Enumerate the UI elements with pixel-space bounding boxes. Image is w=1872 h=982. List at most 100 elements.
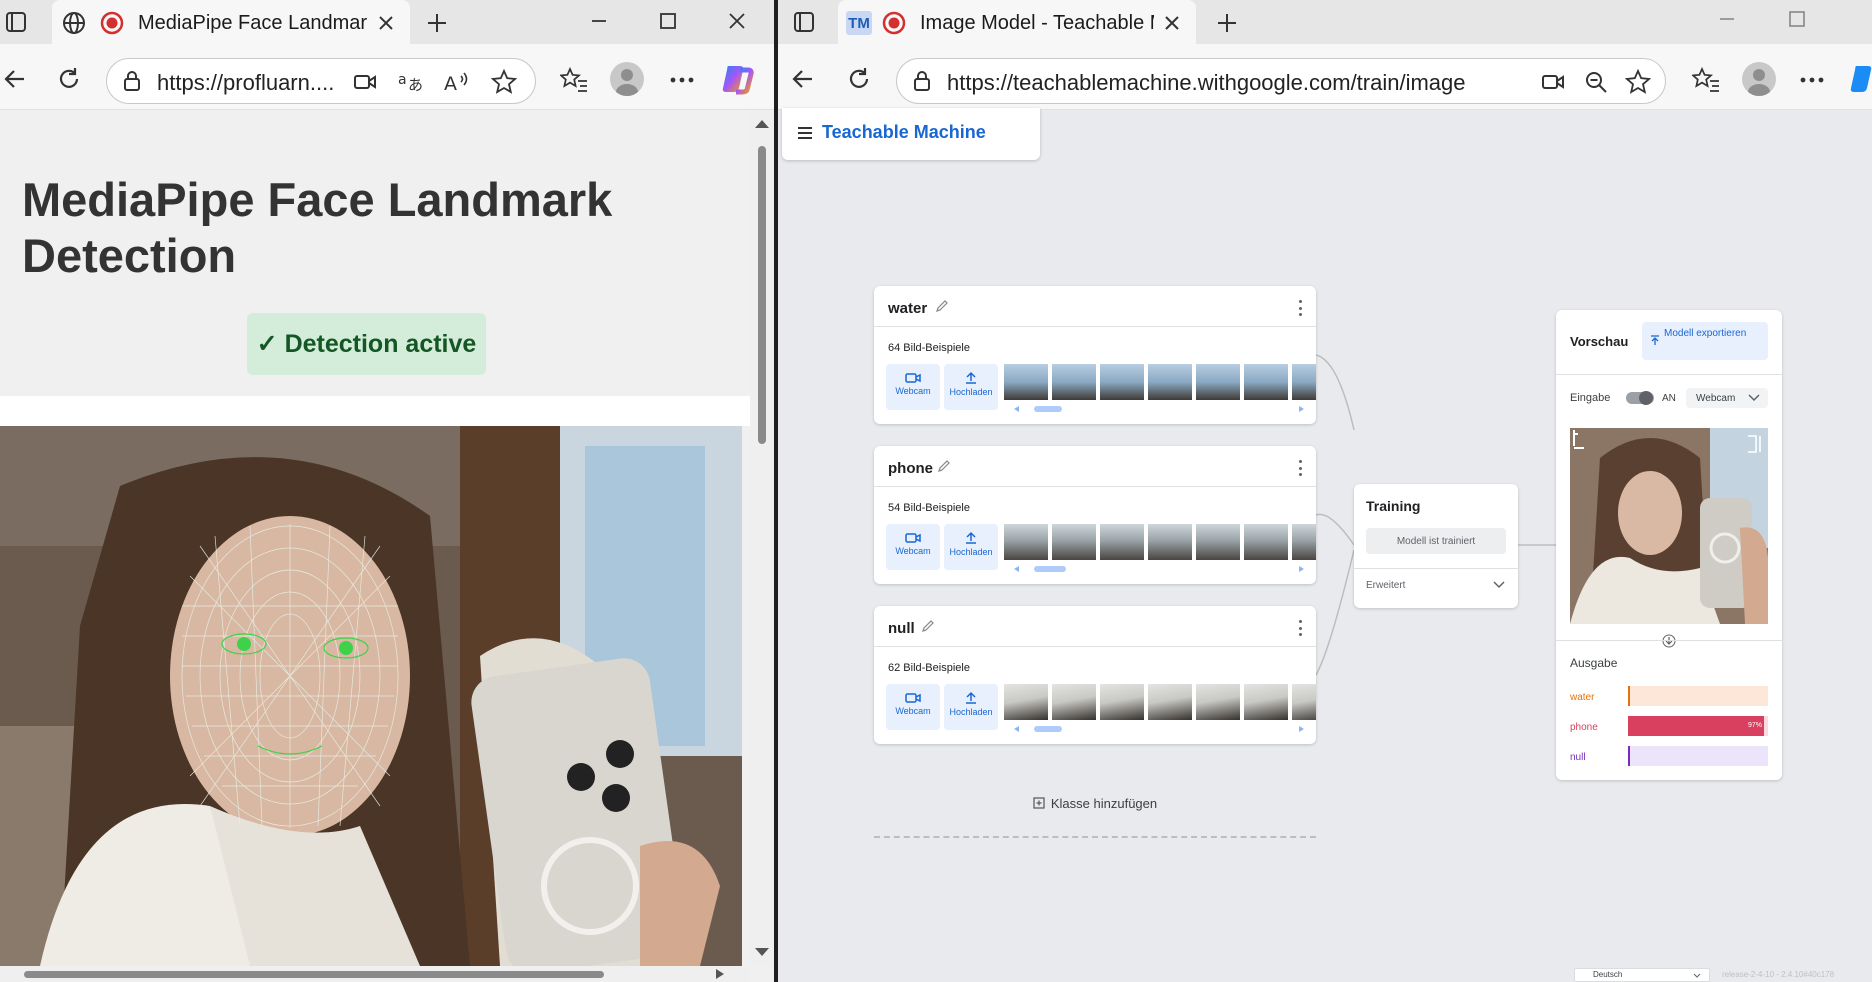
back-icon[interactable] <box>2 66 28 92</box>
webcam-button[interactable]: Webcam <box>886 364 940 410</box>
edit-pencil-icon[interactable] <box>934 298 950 314</box>
video-icon[interactable] <box>353 70 377 94</box>
mediapipe-page: MediaPipe Face Landmark Detection ✓ Dete… <box>0 110 774 982</box>
tab-actions-icon[interactable] <box>4 10 28 34</box>
class-menu-icon[interactable] <box>1298 460 1302 476</box>
detection-status-badge: ✓ Detection active <box>247 313 486 375</box>
class-name[interactable]: phone <box>888 460 933 477</box>
favorite-star-icon[interactable] <box>491 69 517 95</box>
right-browser-window: TM Image Model - Teachable Ma https://te… <box>778 0 1872 982</box>
refresh-icon[interactable] <box>56 66 82 92</box>
refresh-icon[interactable] <box>846 66 872 92</box>
teachable-machine-page: Teachable Machine water 64 Bild-Beispiel… <box>778 108 1872 982</box>
class-name[interactable]: water <box>888 300 927 317</box>
video-icon[interactable] <box>1541 70 1565 94</box>
recording-icon <box>882 11 906 35</box>
toolbar: https://teachablemachine.withgoogle.com/… <box>778 44 1872 110</box>
tab-mediapipe[interactable]: MediaPipe Face Landmark D <box>52 0 410 50</box>
divider <box>1354 568 1518 569</box>
favorites-list-icon[interactable] <box>1692 66 1720 94</box>
export-model-button[interactable]: Modell exportieren <box>1642 322 1768 360</box>
close-tab-icon[interactable] <box>1160 11 1184 35</box>
divider <box>874 486 1316 487</box>
chevron-down-icon[interactable] <box>1492 578 1506 592</box>
upload-label: Hochladen <box>949 547 993 557</box>
read-aloud-icon[interactable]: A <box>443 69 471 95</box>
input-source-value: Webcam <box>1696 393 1736 404</box>
more-menu-icon[interactable] <box>668 66 696 94</box>
confidence-bar-track <box>1628 686 1768 706</box>
svg-text:a: a <box>398 72 407 88</box>
maximize-icon[interactable] <box>1784 6 1810 32</box>
class-menu-icon[interactable] <box>1298 300 1302 316</box>
language-select[interactable]: Deutsch <box>1574 968 1710 982</box>
output-class-name: phone <box>1570 722 1598 733</box>
divider <box>874 646 1316 647</box>
address-bar[interactable]: https://profluarn.... aあ A <box>106 58 536 104</box>
export-icon <box>1651 335 1659 345</box>
sample-thumbnails <box>1004 524 1316 560</box>
chevron-down-icon <box>1693 973 1701 978</box>
sample-thumbnail <box>1004 524 1048 560</box>
svg-text:あ: あ <box>408 76 423 94</box>
new-tab-icon[interactable] <box>424 10 450 36</box>
minimize-icon[interactable] <box>586 8 612 34</box>
tab-bar: TM Image Model - Teachable Ma <box>778 0 1872 50</box>
minimize-icon[interactable] <box>1714 6 1740 32</box>
upload-button[interactable]: Hochladen <box>944 684 998 730</box>
copilot-icon[interactable] <box>1848 62 1872 96</box>
profile-avatar[interactable] <box>610 62 644 96</box>
sample-thumbnail <box>1100 364 1144 400</box>
class-card-water: water 64 Bild-Beispiele Webcam Hochladen <box>874 286 1316 424</box>
translate-icon[interactable]: aあ <box>397 69 425 95</box>
upload-label: Hochladen <box>949 387 993 397</box>
close-tab-icon[interactable] <box>374 11 398 35</box>
preview-title: Vorschau <box>1570 334 1629 349</box>
add-class-button[interactable]: Klasse hinzufügen <box>874 770 1316 838</box>
zoom-out-icon[interactable] <box>1583 69 1609 95</box>
close-window-icon[interactable] <box>724 8 750 34</box>
output-class-name: null <box>1570 752 1586 763</box>
profile-avatar[interactable] <box>1742 62 1776 96</box>
url-text: https://profluarn.... <box>157 70 335 95</box>
tab-title: MediaPipe Face Landmark D <box>138 12 368 34</box>
webcam-button[interactable]: Webcam <box>886 684 940 730</box>
horizontal-scrollbar[interactable] <box>0 966 750 982</box>
favorite-star-icon[interactable] <box>1625 69 1651 95</box>
class-menu-icon[interactable] <box>1298 620 1302 636</box>
confidence-bar-track: 97% <box>1628 716 1768 736</box>
divider <box>1556 640 1782 641</box>
favorites-list-icon[interactable] <box>560 66 588 94</box>
edit-pencil-icon[interactable] <box>920 618 936 634</box>
new-tab-icon[interactable] <box>1214 10 1240 36</box>
confidence-bar-track <box>1628 746 1768 766</box>
advanced-label[interactable]: Erweitert <box>1366 580 1405 591</box>
vertical-scrollbar[interactable] <box>750 110 774 966</box>
input-source-select[interactable]: Webcam <box>1686 388 1768 408</box>
thumbnail-scrollbar[interactable] <box>1014 724 1304 734</box>
upload-label: Hochladen <box>949 707 993 717</box>
back-icon[interactable] <box>790 66 816 92</box>
sample-thumbnail <box>1052 364 1096 400</box>
input-toggle[interactable] <box>1626 391 1654 405</box>
webcam-button[interactable]: Webcam <box>886 524 940 570</box>
thumbnail-scrollbar[interactable] <box>1014 564 1304 574</box>
upload-button[interactable]: Hochladen <box>944 524 998 570</box>
edit-pencil-icon[interactable] <box>936 458 952 474</box>
confidence-bar-edge <box>1628 746 1630 766</box>
train-model-button[interactable]: Modell ist trainiert <box>1366 528 1506 554</box>
sample-count: 54 Bild-Beispiele <box>888 502 970 514</box>
sample-thumbnails <box>1004 364 1316 400</box>
maximize-icon[interactable] <box>655 8 681 34</box>
page-title: MediaPipe Face Landmark Detection <box>22 173 613 282</box>
tab-actions-icon[interactable] <box>792 10 816 34</box>
webcam-label: Webcam <box>895 546 931 556</box>
address-bar[interactable]: https://teachablemachine.withgoogle.com/… <box>896 58 1666 104</box>
thumbnail-scrollbar[interactable] <box>1014 404 1304 414</box>
upload-button[interactable]: Hochladen <box>944 364 998 410</box>
sample-thumbnail <box>1100 524 1144 560</box>
more-menu-icon[interactable] <box>1798 66 1826 94</box>
class-name[interactable]: null <box>888 620 915 637</box>
tab-teachable-machine[interactable]: TM Image Model - Teachable Ma <box>838 0 1196 50</box>
copilot-icon[interactable] <box>720 62 754 96</box>
